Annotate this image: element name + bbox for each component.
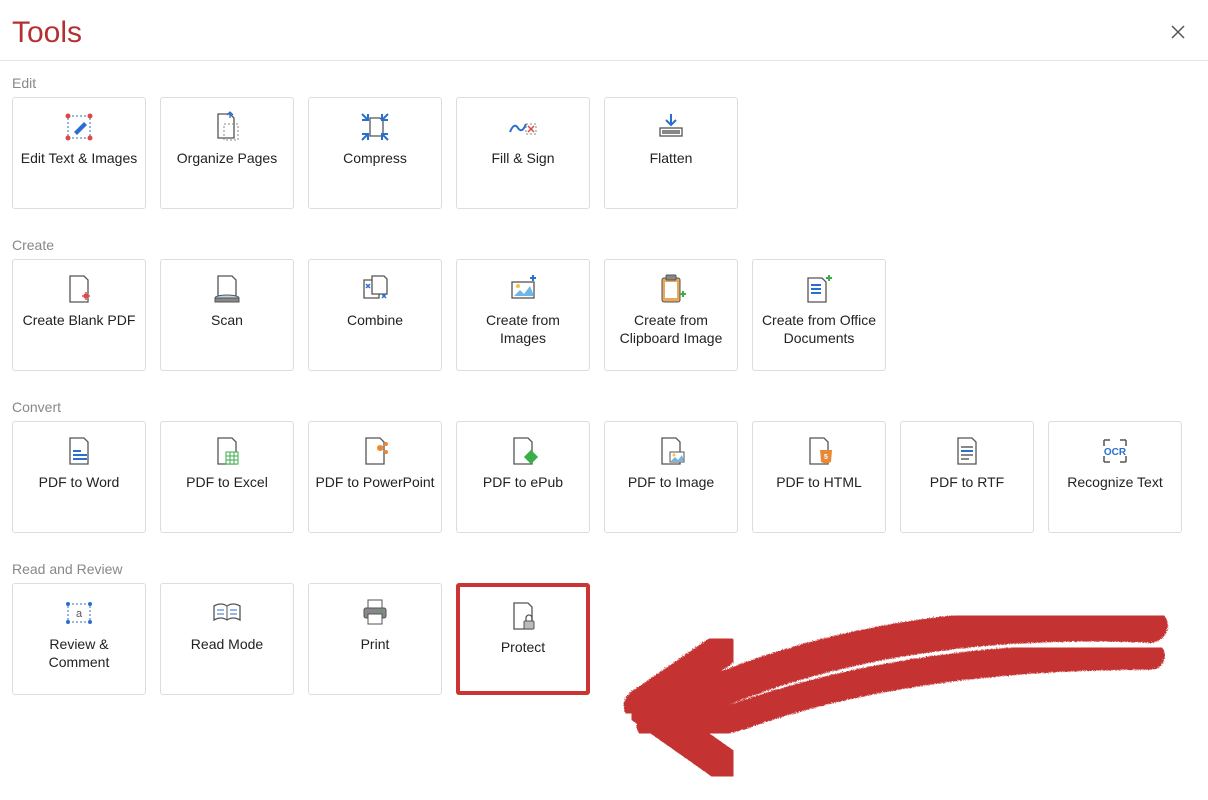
create-from-clipboard-button[interactable]: Create from Clipboard Image <box>604 259 738 371</box>
create-from-office-button[interactable]: Create from Office Documents <box>752 259 886 371</box>
flatten-icon <box>654 110 688 144</box>
fill-sign-icon <box>506 110 540 144</box>
card-label: PDF to Excel <box>180 474 274 492</box>
organize-pages-button[interactable]: Organize Pages <box>160 97 294 209</box>
pdf-to-excel-icon <box>210 434 244 468</box>
card-label: Fill & Sign <box>485 150 560 168</box>
create-blank-pdf-icon <box>62 272 96 306</box>
pdf-to-powerpoint-icon <box>358 434 392 468</box>
protect-icon <box>506 599 540 633</box>
card-label: Print <box>355 636 396 654</box>
compress-icon <box>358 110 392 144</box>
pdf-to-html-icon: 5 <box>802 434 836 468</box>
pdf-to-word-button[interactable]: PDF to Word <box>12 421 146 533</box>
section-label-read-review: Read and Review <box>12 561 1208 577</box>
pdf-to-html-button[interactable]: 5 PDF to HTML <box>752 421 886 533</box>
flatten-button[interactable]: Flatten <box>604 97 738 209</box>
card-label: Create from Images <box>457 312 589 347</box>
section-label-convert: Convert <box>12 399 1208 415</box>
close-icon <box>1170 20 1186 45</box>
svg-text:a: a <box>76 608 83 620</box>
card-label: Read Mode <box>185 636 269 654</box>
section-label-edit: Edit <box>12 75 1208 91</box>
pdf-to-word-icon <box>62 434 96 468</box>
create-from-clipboard-icon <box>654 272 688 306</box>
card-label: Organize Pages <box>171 150 283 168</box>
read-mode-icon <box>210 596 244 630</box>
close-button[interactable] <box>1170 16 1196 46</box>
recognize-text-icon: OCR <box>1098 434 1132 468</box>
card-label: Flatten <box>644 150 699 168</box>
read-mode-button[interactable]: Read Mode <box>160 583 294 695</box>
pdf-to-excel-button[interactable]: PDF to Excel <box>160 421 294 533</box>
pdf-to-image-icon <box>654 434 688 468</box>
page-title: Tools <box>12 16 82 50</box>
scan-button[interactable]: Scan <box>160 259 294 371</box>
fill-sign-button[interactable]: Fill & Sign <box>456 97 590 209</box>
compress-button[interactable]: Compress <box>308 97 442 209</box>
card-label: PDF to RTF <box>924 474 1010 492</box>
card-label: Create Blank PDF <box>17 312 142 330</box>
recognize-text-button[interactable]: OCR Recognize Text <box>1048 421 1182 533</box>
organize-pages-icon <box>210 110 244 144</box>
card-label: Review & Comment <box>13 636 145 671</box>
card-label: PDF to Image <box>622 474 720 492</box>
combine-button[interactable]: Combine <box>308 259 442 371</box>
create-from-images-button[interactable]: Create from Images <box>456 259 590 371</box>
card-label: Compress <box>337 150 413 168</box>
card-label: PDF to ePub <box>477 474 569 492</box>
svg-text:5: 5 <box>824 454 828 461</box>
pdf-to-rtf-icon <box>950 434 984 468</box>
protect-button[interactable]: Protect <box>456 583 590 695</box>
card-label: Recognize Text <box>1061 474 1168 492</box>
card-label: PDF to PowerPoint <box>309 474 440 492</box>
section-label-create: Create <box>12 237 1208 253</box>
card-label: Combine <box>341 312 409 330</box>
edit-text-images-icon <box>62 110 96 144</box>
card-label: Scan <box>205 312 249 330</box>
create-from-office-icon <box>802 272 836 306</box>
create-from-images-icon <box>506 272 540 306</box>
review-comment-button[interactable]: a Review & Comment <box>12 583 146 695</box>
card-label: PDF to Word <box>33 474 126 492</box>
pdf-to-image-button[interactable]: PDF to Image <box>604 421 738 533</box>
edit-text-images-button[interactable]: Edit Text & Images <box>12 97 146 209</box>
card-label: Create from Clipboard Image <box>605 312 737 347</box>
card-label: PDF to HTML <box>770 474 868 492</box>
pdf-to-epub-icon <box>506 434 540 468</box>
pdf-to-epub-button[interactable]: PDF to ePub <box>456 421 590 533</box>
print-icon <box>358 596 392 630</box>
card-label: Create from Office Documents <box>753 312 885 347</box>
card-label: Edit Text & Images <box>15 150 143 168</box>
create-blank-pdf-button[interactable]: Create Blank PDF <box>12 259 146 371</box>
combine-icon <box>358 272 392 306</box>
scan-icon <box>210 272 244 306</box>
card-label: Protect <box>495 639 551 657</box>
pdf-to-powerpoint-button[interactable]: PDF to PowerPoint <box>308 421 442 533</box>
review-comment-icon: a <box>62 596 96 630</box>
svg-text:OCR: OCR <box>1104 447 1127 458</box>
print-button[interactable]: Print <box>308 583 442 695</box>
pdf-to-rtf-button[interactable]: PDF to RTF <box>900 421 1034 533</box>
